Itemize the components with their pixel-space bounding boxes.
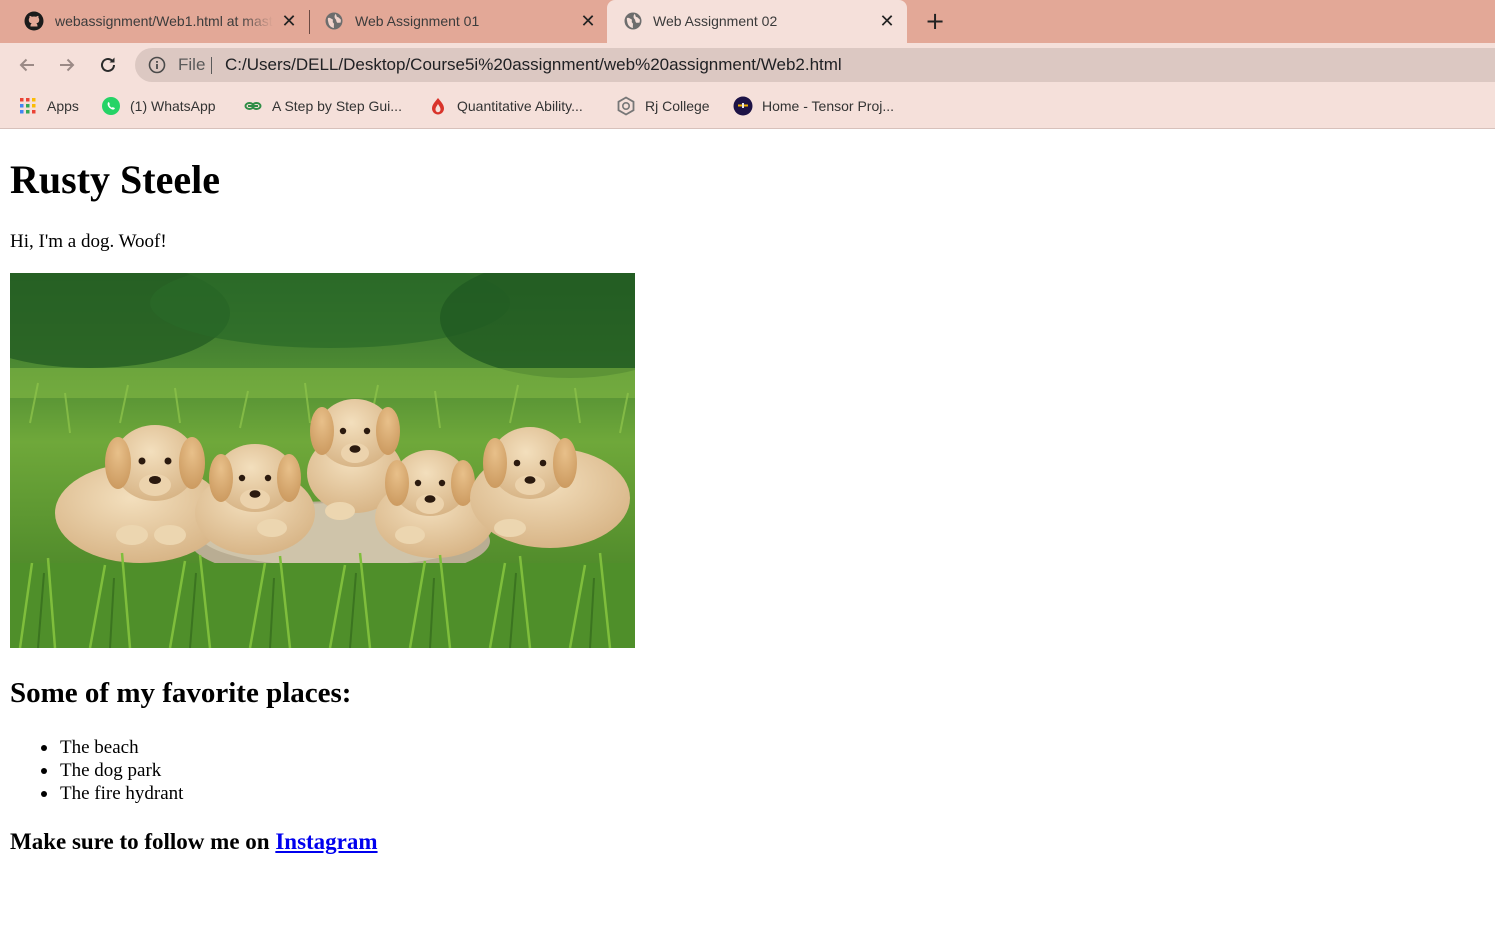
arrow-right-icon xyxy=(60,58,75,72)
bookmark-label: A Step by Step Gui... xyxy=(272,98,402,114)
flame-icon xyxy=(428,96,448,116)
bookmark-step-by-step[interactable]: A Step by Step Gui... xyxy=(243,95,402,117)
close-tab-icon[interactable]: ✕ xyxy=(578,11,598,32)
bookmark-quantitative-ability[interactable]: Quantitative Ability... xyxy=(428,95,583,117)
follow-text: Make sure to follow me on xyxy=(10,829,276,854)
places-heading: Some of my favorite places: xyxy=(10,677,352,709)
follow-heading: Make sure to follow me on Instagram xyxy=(10,828,378,856)
url-divider xyxy=(211,57,212,74)
list-item: The dog park xyxy=(10,759,183,782)
reload-icon xyxy=(101,57,115,72)
apps-grid-icon xyxy=(18,96,38,116)
tab-title: Web Assignment 02 xyxy=(653,13,778,29)
whatsapp-icon xyxy=(101,96,121,116)
bookmark-rj-college[interactable]: Rj College xyxy=(616,95,710,117)
tab-title: webassignment/Web1.html at master · ... xyxy=(55,13,273,29)
bookmark-label: (1) WhatsApp xyxy=(130,98,216,114)
url-text[interactable]: C:/Users/DELL/Desktop/Course5i%20assignm… xyxy=(225,55,842,75)
close-tab-icon[interactable]: ✕ xyxy=(279,11,299,32)
bookmark-label: Apps xyxy=(47,98,79,114)
link-icon xyxy=(243,96,263,116)
info-icon[interactable] xyxy=(148,56,166,74)
tab-web-assignment-01[interactable]: Web Assignment 01 ✕ xyxy=(300,0,606,43)
bookmark-label: Quantitative Ability... xyxy=(457,98,583,114)
places-list: The beach The dog park The fire hydrant xyxy=(10,736,183,805)
list-item: The beach xyxy=(10,736,183,759)
page-title: Rusty Steele xyxy=(10,157,220,202)
back-button[interactable] xyxy=(15,53,39,77)
tensor-icon xyxy=(733,96,753,116)
bookmark-apps[interactable]: Apps xyxy=(18,95,79,117)
bookmark-label: Rj College xyxy=(645,98,710,114)
forward-button[interactable] xyxy=(55,53,79,77)
list-item: The fire hydrant xyxy=(10,782,183,805)
tab-title: Web Assignment 01 xyxy=(355,13,480,29)
globe-icon xyxy=(623,11,643,31)
tab-webassignment-github[interactable]: webassignment/Web1.html at master · ... … xyxy=(0,0,306,43)
bookmark-tensor[interactable]: Home - Tensor Proj... xyxy=(733,95,894,117)
bookmark-label: Home - Tensor Proj... xyxy=(762,98,895,114)
new-tab-button[interactable]: + xyxy=(923,9,947,33)
arrow-left-icon xyxy=(19,58,34,72)
hexagon-icon xyxy=(616,96,636,116)
github-icon xyxy=(24,11,44,31)
url-scheme-label: File xyxy=(178,55,206,74)
address-bar[interactable]: File C:/Users/DELL/Desktop/Course5i%20as… xyxy=(135,48,1495,82)
reload-button[interactable] xyxy=(96,53,120,77)
tab-web-assignment-02[interactable]: Web Assignment 02 ✕ xyxy=(607,0,907,43)
intro-text: Hi, I'm a dog. Woof! xyxy=(10,231,167,252)
bookmarks-bar: Apps (1) WhatsApp A Step by Step Gui... … xyxy=(0,86,1495,129)
globe-icon xyxy=(324,11,344,31)
instagram-link[interactable]: Instagram xyxy=(275,829,377,854)
bookmark-whatsapp[interactable]: (1) WhatsApp xyxy=(101,95,216,117)
close-tab-icon[interactable]: ✕ xyxy=(877,11,897,32)
puppies-photo xyxy=(10,273,635,648)
tab-strip: webassignment/Web1.html at master · ... … xyxy=(0,0,1495,43)
